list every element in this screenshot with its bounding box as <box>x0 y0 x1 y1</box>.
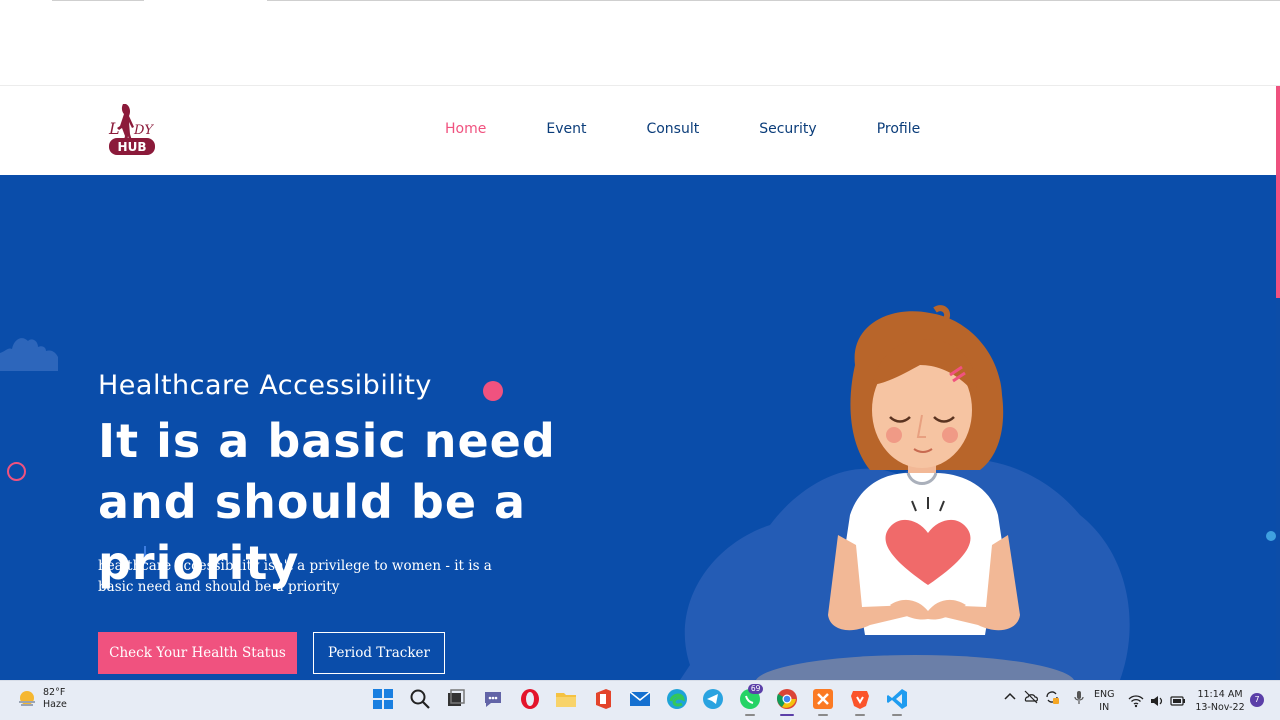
mail-icon[interactable] <box>629 688 651 710</box>
whatsapp-icon[interactable]: 69 <box>739 684 764 716</box>
nav-home[interactable]: Home <box>445 121 486 137</box>
region-code: IN <box>1099 702 1110 713</box>
clock-date: 13-Nov-22 <box>1195 702 1245 713</box>
running-indicator <box>891 714 902 716</box>
running-indicator <box>779 714 794 716</box>
running-indicator <box>818 714 829 716</box>
vscode-icon[interactable] <box>886 688 908 716</box>
wifi-icon <box>1128 695 1144 708</box>
svg-text:DY: DY <box>133 123 154 138</box>
microphone-icon[interactable] <box>1071 689 1087 705</box>
quick-settings[interactable] <box>1128 693 1191 709</box>
dot-decoration <box>1266 531 1276 541</box>
whatsapp-unread-badge: 69 <box>747 684 764 694</box>
ladyhub-logo[interactable]: L DY HUB <box>107 100 159 158</box>
hero-subtext: healthcare accessibility isn't a privile… <box>98 558 492 595</box>
brave-icon[interactable] <box>849 688 871 716</box>
telegram-icon[interactable] <box>702 688 724 710</box>
edge-icon[interactable] <box>666 688 688 710</box>
volume-icon <box>1151 696 1163 706</box>
chrome-icon[interactable] <box>776 688 798 716</box>
browser-top-area <box>0 0 1280 86</box>
nav-security[interactable]: Security <box>759 121 817 137</box>
taskbar-clock[interactable]: 11:14 AM 13-Nov-22 <box>1194 688 1246 714</box>
site-navbar: L DY HUB Home Event Consult Security Pro… <box>0 86 1276 175</box>
task-view-icon[interactable] <box>445 688 467 710</box>
opera-icon[interactable] <box>519 688 541 710</box>
sync-icon[interactable] <box>1044 689 1060 705</box>
woman-heart-illustration <box>680 305 1130 680</box>
xampp-icon[interactable] <box>812 688 834 716</box>
hero-section: Healthcare Accessibility It is a basic n… <box>0 175 1276 680</box>
teams-chat-icon[interactable] <box>482 688 504 710</box>
lang-code: ENG <box>1094 689 1115 700</box>
scrollbar-thumb[interactable] <box>1276 86 1280 298</box>
file-explorer-icon[interactable] <box>555 688 577 710</box>
nav-profile[interactable]: Profile <box>877 121 921 137</box>
weather-desc: Haze <box>43 699 67 710</box>
haze-sun-icon <box>19 691 35 706</box>
weather-widget[interactable]: 82°F Haze <box>17 687 67 711</box>
nav-links: Home Event Consult Security Profile <box>445 121 980 137</box>
hero-eyebrow: Healthcare Accessibility <box>98 370 432 401</box>
period-tracker-button[interactable]: Period Tracker <box>313 632 445 674</box>
system-tray <box>1002 689 1092 705</box>
running-indicator <box>744 714 755 716</box>
language-indicator[interactable]: ENG IN <box>1094 688 1114 714</box>
taskbar-apps: 69 <box>372 684 922 716</box>
nav-event[interactable]: Event <box>546 121 586 137</box>
windows-start-icon[interactable] <box>372 688 394 710</box>
windows-taskbar: 82°F Haze 69 ENG IN 11:14 AM 13-Nov-22 7 <box>0 680 1280 720</box>
svg-text:L: L <box>108 119 120 138</box>
cloud-decoration-icon <box>0 338 58 371</box>
svg-text:HUB: HUB <box>118 140 147 154</box>
tab-divider <box>267 0 1280 1</box>
battery-icon <box>1170 696 1185 706</box>
weather-temp: 82°F <box>43 687 66 698</box>
notification-count-badge[interactable]: 7 <box>1250 693 1264 707</box>
clock-time: 11:14 AM <box>1197 689 1243 700</box>
pink-dot-decoration <box>483 381 503 401</box>
office-icon[interactable] <box>592 688 614 710</box>
ring-decoration <box>7 462 26 481</box>
search-icon[interactable] <box>409 688 431 710</box>
check-health-status-button[interactable]: Check Your Health Status <box>98 632 297 674</box>
running-indicator <box>854 714 865 716</box>
tab-divider <box>52 0 144 1</box>
chevron-up-icon[interactable] <box>1002 689 1018 705</box>
nav-consult[interactable]: Consult <box>646 121 699 137</box>
onedrive-offline-icon[interactable] <box>1023 689 1039 705</box>
